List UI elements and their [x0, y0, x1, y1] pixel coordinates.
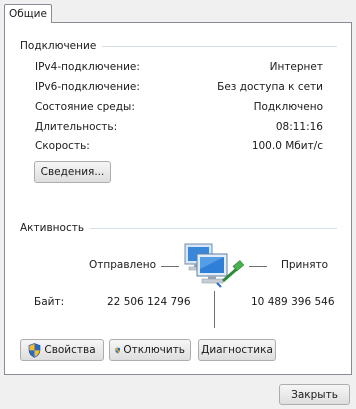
uac-shield-icon [115, 346, 121, 354]
info-value: 08:11:16 [275, 121, 323, 133]
bytes-received-value: 10 489 396 546 [251, 296, 335, 308]
info-value: 100.0 Мбит/с [251, 140, 323, 152]
info-label: Скорость: [35, 140, 90, 152]
info-row-duration: Длительность: 08:11:16 [35, 119, 323, 135]
sent-connector-line [161, 266, 179, 267]
info-label: Состояние среды: [35, 101, 135, 113]
info-label: IPv4-подключение: [35, 61, 140, 73]
properties-button[interactable]: Свойства [20, 339, 104, 361]
activity-group-title: Активность [20, 222, 85, 234]
received-connector-line [249, 266, 267, 267]
network-computers-icon [184, 243, 245, 288]
info-label: Длительность: [35, 121, 118, 133]
info-row-ipv6: IPv6-подключение: Без доступа к сети [35, 79, 323, 95]
properties-button-label: Свойства [44, 344, 96, 356]
disable-button-label: Отключить [123, 344, 185, 356]
info-row-speed: Скорость: 100.0 Мбит/с [35, 138, 323, 154]
info-row-media-state: Состояние среды: Подключено [35, 99, 323, 115]
bytes-sent-value: 22 506 124 796 [107, 296, 191, 308]
disable-button[interactable]: Отключить [109, 339, 191, 361]
info-value: Без доступа к сети [217, 81, 323, 93]
activity-group-divider [90, 227, 337, 229]
info-row-ipv4: IPv4-подключение: Интернет [35, 59, 323, 75]
activity-center-divider [214, 291, 215, 328]
uac-shield-icon [29, 342, 41, 358]
tab-general[interactable]: Общие [4, 4, 52, 23]
diagnose-button[interactable]: Диагностика [198, 339, 276, 361]
connection-group-title: Подключение [20, 40, 97, 52]
details-button[interactable]: Сведения... [34, 161, 111, 183]
info-value: Интернет [269, 61, 323, 73]
info-label: IPv6-подключение: [35, 81, 140, 93]
connection-group-header: Подключение [20, 40, 337, 52]
bytes-label: Байт: [34, 296, 65, 308]
sent-label: Отправлено [89, 259, 156, 271]
received-label: Принято [281, 259, 329, 271]
connection-group-divider [102, 45, 337, 47]
activity-group-header: Активность [20, 222, 337, 234]
info-value: Подключено [253, 101, 323, 113]
close-button[interactable]: Закрыть [279, 384, 350, 405]
general-panel: Подключение IPv4-подключение: Интернет I… [4, 22, 352, 375]
